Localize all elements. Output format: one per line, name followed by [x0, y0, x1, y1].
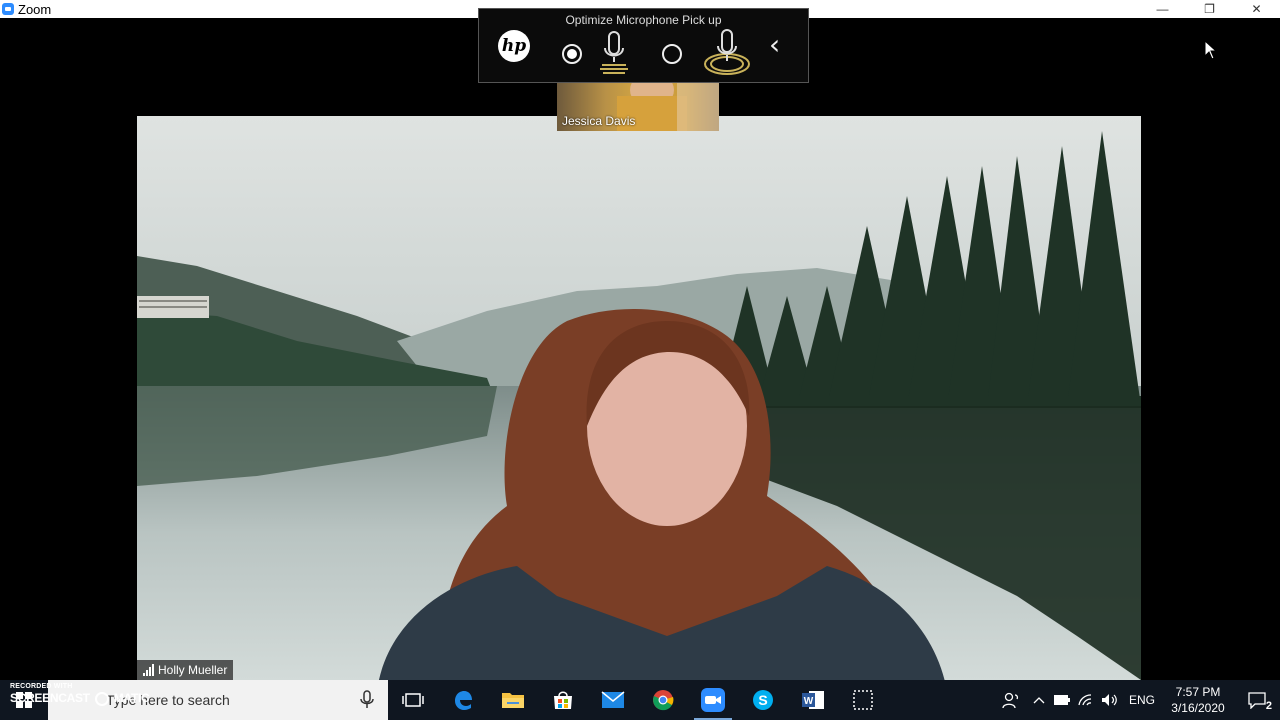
store-icon	[554, 691, 572, 709]
watermark-line1: RECORDED WITH	[10, 683, 73, 690]
show-hidden-icons-button[interactable]	[1028, 680, 1050, 720]
language-indicator[interactable]: ENG	[1122, 680, 1162, 720]
connection-signal-icon	[143, 664, 154, 676]
chrome-icon	[653, 690, 674, 711]
screencast-watermark: RECORDED WITH SCREENCAST MATIC	[10, 683, 150, 706]
windows-taskbar: Type here to search S W ENG 7:57 PM 3/16…	[0, 680, 1280, 720]
meeting-stage: Holly Mueller Jessica Davis	[0, 18, 1280, 680]
watermark-line2: SCREENCAST	[10, 691, 90, 705]
taskbar-clock[interactable]: 7:57 PM 3/16/2020	[1162, 684, 1234, 716]
network-button[interactable]	[1074, 680, 1098, 720]
screen-snip-icon	[853, 690, 873, 710]
word-icon: W	[802, 691, 824, 709]
restore-button[interactable]: ❐	[1186, 0, 1233, 18]
skype-button[interactable]: S	[738, 680, 788, 720]
word-button[interactable]: W	[788, 680, 838, 720]
action-center-button[interactable]: 2	[1234, 680, 1280, 720]
skype-icon: S	[753, 690, 773, 710]
thumbnail-participant-name: Jessica Davis	[562, 114, 636, 128]
record-ring-icon	[94, 691, 109, 706]
battery-button[interactable]	[1050, 680, 1074, 720]
file-explorer-button[interactable]	[488, 680, 538, 720]
omnidirectional-mic-radio[interactable]	[662, 44, 682, 64]
window-title: Zoom	[18, 1, 52, 17]
people-button[interactable]	[994, 680, 1028, 720]
directional-mic-radio[interactable]	[562, 44, 582, 64]
window-controls: — ❐ ✕	[1139, 0, 1280, 18]
active-speaker-video[interactable]: Holly Mueller	[137, 116, 1141, 680]
chrome-button[interactable]	[638, 680, 688, 720]
people-icon	[1002, 692, 1019, 709]
omnidirectional-microphone-icon[interactable]	[703, 28, 751, 76]
mail-icon	[601, 691, 625, 708]
clock-time: 7:57 PM	[1175, 685, 1221, 699]
participant-thumbnail[interactable]: Jessica Davis	[557, 82, 719, 131]
wifi-icon	[1078, 694, 1092, 706]
zoom-icon	[701, 688, 725, 712]
volume-button[interactable]	[1098, 680, 1122, 720]
video-background-image	[137, 116, 1141, 680]
system-tray: ENG 7:57 PM 3/16/2020 2	[994, 680, 1280, 720]
store-button[interactable]	[538, 680, 588, 720]
hp-toolbar-title: Optimize Microphone Pick up	[565, 13, 722, 27]
task-view-icon	[402, 693, 424, 707]
svg-text:S: S	[758, 692, 767, 708]
notification-count: 2	[1265, 700, 1272, 712]
speaker-name: Holly Mueller	[158, 663, 228, 677]
directional-microphone-icon[interactable]	[597, 30, 631, 76]
mouse-cursor-icon	[1204, 40, 1218, 60]
task-view-button[interactable]	[388, 680, 438, 720]
minimize-button[interactable]: —	[1139, 0, 1186, 18]
watermark-logo: SCREENCAST MATIC	[10, 691, 150, 706]
edge-icon	[455, 691, 472, 710]
battery-icon	[1054, 695, 1070, 705]
hp-microphone-toolbar: Optimize Microphone Pick up hp ‹	[478, 8, 809, 83]
mail-button[interactable]	[588, 680, 638, 720]
hp-logo-icon: hp	[498, 30, 530, 62]
speaker-name-tag: Holly Mueller	[137, 660, 234, 680]
notification-icon	[1248, 692, 1266, 709]
edge-button[interactable]	[438, 680, 488, 720]
snip-button[interactable]	[838, 680, 888, 720]
clock-date: 3/16/2020	[1171, 701, 1225, 715]
chevron-left-icon[interactable]: ‹	[769, 31, 780, 59]
close-button[interactable]: ✕	[1233, 0, 1280, 18]
watermark-line3: MATIC	[113, 691, 150, 705]
folder-icon	[502, 693, 524, 708]
chevron-up-icon	[1033, 697, 1045, 704]
svg-text:W: W	[804, 696, 814, 707]
microphone-icon[interactable]	[360, 690, 374, 710]
zoom-app-icon	[2, 3, 14, 15]
zoom-taskbar-button[interactable]	[688, 680, 738, 720]
speaker-volume-icon	[1102, 694, 1117, 706]
